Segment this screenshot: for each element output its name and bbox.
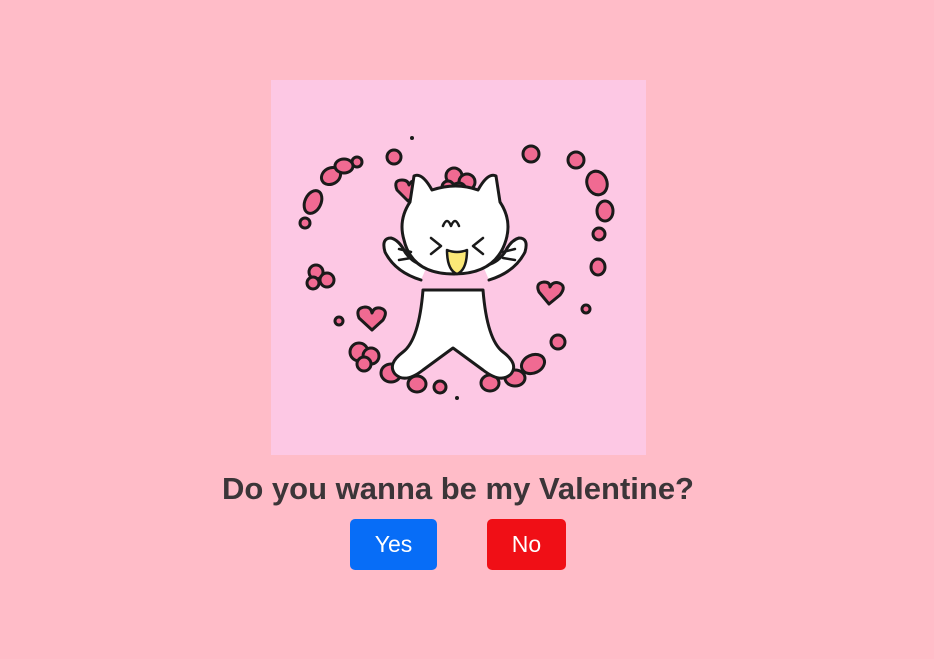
cat-illustration: [271, 80, 646, 455]
valentine-question: Do you wanna be my Valentine?: [222, 471, 694, 506]
cat-with-hearts-icon: [298, 136, 615, 400]
no-button[interactable]: No: [487, 519, 566, 570]
valentine-page: Do you wanna be my Valentine? Yes No: [0, 0, 934, 659]
yes-button[interactable]: Yes: [350, 519, 437, 570]
